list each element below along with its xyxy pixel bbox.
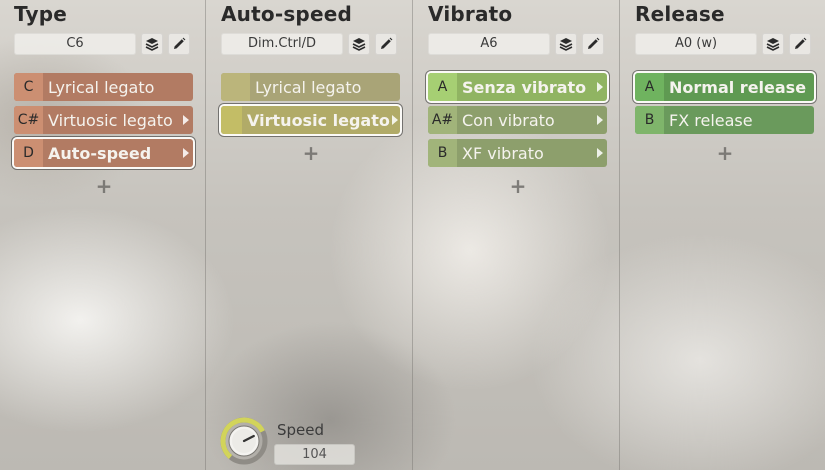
layers-icon [351, 36, 367, 52]
release-column: Release A0 (w) A Normal release B FX rel… [621, 0, 825, 470]
edit-button[interactable] [582, 33, 604, 55]
item-label: Virtuosic legato [247, 110, 390, 130]
layers-button[interactable] [762, 33, 784, 55]
column-title: Vibrato [428, 2, 513, 26]
item-label: Lyrical legato [255, 77, 362, 97]
add-item-button[interactable]: + [715, 143, 735, 163]
articulation-item[interactable]: B FX release [635, 106, 814, 134]
layers-icon [765, 36, 781, 52]
keyswitch-field[interactable]: Dim.Ctrl/D [221, 33, 343, 55]
vibrato-column: Vibrato A6 A Senza vibrato A# Con vibrat… [414, 0, 620, 470]
speed-knob[interactable] [220, 417, 268, 465]
edit-button[interactable] [375, 33, 397, 55]
item-key: A [635, 73, 664, 101]
add-item-button[interactable]: + [301, 143, 321, 163]
submenu-arrow-icon[interactable] [390, 106, 400, 134]
layers-button[interactable] [141, 33, 163, 55]
edit-button[interactable] [168, 33, 190, 55]
pencil-icon [378, 36, 394, 52]
item-key: C# [14, 106, 43, 134]
articulation-item[interactable]: C# Virtuosic legato [14, 106, 193, 134]
layers-icon [558, 36, 574, 52]
layers-button[interactable] [348, 33, 370, 55]
edit-button[interactable] [789, 33, 811, 55]
column-title: Auto-speed [221, 2, 352, 26]
add-item-button[interactable]: + [508, 176, 528, 196]
articulation-item[interactable]: A# Con vibrato [428, 106, 607, 134]
submenu-arrow-icon[interactable] [593, 73, 607, 101]
item-label: FX release [669, 110, 753, 130]
keyswitch-field[interactable]: C6 [14, 33, 136, 55]
submenu-arrow-icon[interactable] [593, 106, 607, 134]
pencil-icon [171, 36, 187, 52]
item-key: A# [428, 106, 457, 134]
keyswitch-field[interactable]: A0 (w) [635, 33, 757, 55]
speed-label: Speed [277, 421, 325, 439]
pencil-icon [585, 36, 601, 52]
articulation-item[interactable]: C Lyrical legato [14, 73, 193, 101]
item-label: Virtuosic legato [48, 110, 173, 130]
type-column: Type C6 C Lyrical legato C# Virtuosic le… [0, 0, 206, 470]
item-label: Auto-speed [48, 143, 152, 163]
item-label: Lyrical legato [48, 77, 155, 97]
item-label: XF vibrato [462, 143, 544, 163]
pencil-icon [792, 36, 808, 52]
submenu-arrow-icon[interactable] [179, 139, 193, 167]
layers-button[interactable] [555, 33, 577, 55]
item-key: B [635, 106, 664, 134]
layers-icon [144, 36, 160, 52]
item-key [221, 73, 250, 101]
articulation-item-selected[interactable]: D Auto-speed [14, 139, 193, 167]
add-item-button[interactable]: + [94, 176, 114, 196]
articulation-item-selected[interactable]: A Normal release [635, 73, 814, 101]
item-key [221, 106, 243, 134]
item-label: Con vibrato [462, 110, 555, 130]
item-label: Senza vibrato [462, 77, 587, 97]
submenu-arrow-icon[interactable] [593, 139, 607, 167]
articulation-item[interactable]: Lyrical legato [221, 73, 400, 101]
item-key: A [428, 73, 457, 101]
autospeed-column: Auto-speed Dim.Ctrl/D Lyrical legato Vir… [207, 0, 413, 470]
item-key: D [14, 139, 43, 167]
submenu-arrow-icon[interactable] [179, 106, 193, 134]
item-label: Normal release [669, 77, 807, 97]
articulation-item[interactable]: B XF vibrato [428, 139, 607, 167]
speed-value-field[interactable]: 104 [274, 444, 355, 465]
item-key: C [14, 73, 43, 101]
column-title: Type [14, 2, 67, 26]
item-key: B [428, 139, 457, 167]
articulation-item-selected[interactable]: A Senza vibrato [428, 73, 607, 101]
column-title: Release [635, 2, 725, 26]
articulation-item-selected[interactable]: Virtuosic legato [221, 106, 400, 134]
keyswitch-field[interactable]: A6 [428, 33, 550, 55]
